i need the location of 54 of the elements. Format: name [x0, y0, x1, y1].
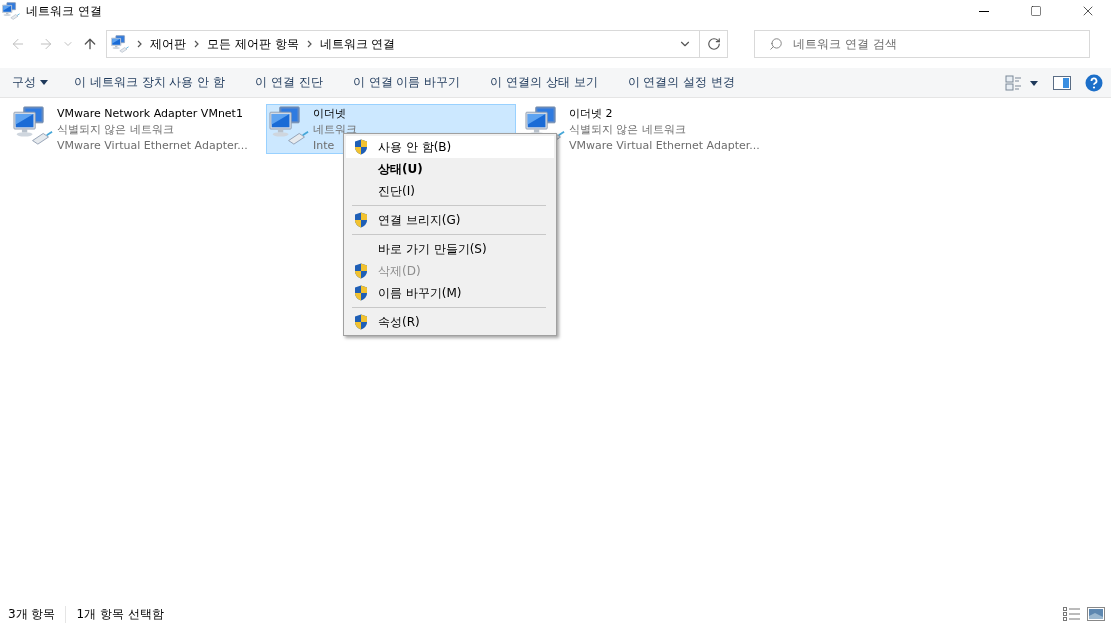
- network-connections-icon: [2, 2, 20, 20]
- menu-item[interactable]: 속성(R): [346, 311, 554, 333]
- item-count: 3개 항목: [8, 605, 67, 623]
- help-icon[interactable]: [1085, 73, 1103, 92]
- toolbar-button[interactable]: 이 연결의 설정 변경: [619, 68, 744, 97]
- forward-arrow-icon: [38, 36, 54, 52]
- chevron-right-icon: [194, 40, 199, 48]
- large-icons-view-icon[interactable]: [1087, 607, 1105, 621]
- chevron-right-icon: [306, 40, 312, 48]
- menu-item[interactable]: 연결 브리지(G): [346, 209, 554, 231]
- shield-icon: [354, 285, 368, 301]
- menu-item[interactable]: 바로 가기 만들기(S): [346, 238, 554, 260]
- address-bar[interactable]: 제어판 모든 제어판 항목 네트워크 연결: [106, 30, 728, 58]
- menu-item[interactable]: 이름 바꾸기(M): [346, 282, 554, 304]
- toolbar-button[interactable]: 이 연결 이름 바꾸기: [344, 68, 469, 97]
- toolbar-button[interactable]: 이 연결의 상태 보기: [482, 68, 606, 97]
- shield-icon: [354, 139, 368, 155]
- shield-icon: [354, 263, 368, 279]
- network-adapter-icon: [13, 106, 53, 145]
- toolbar-button[interactable]: 구성: [4, 68, 56, 97]
- view-options-icon[interactable]: [1005, 74, 1039, 91]
- breadcrumb[interactable]: 네트워크 연결: [319, 35, 396, 53]
- shield-icon: [354, 314, 368, 330]
- connection-status: 네트워크: [313, 122, 357, 137]
- chevron-right-icon: [137, 40, 142, 48]
- connection-item[interactable]: VMware Network Adapter VMnet1 식별되지 않은 네트워크 VMware Virtual Ethernet Adapter...: [10, 104, 260, 154]
- adapter-name: VMware Virtual Ethernet Adapter...: [569, 138, 760, 153]
- preview-pane-icon[interactable]: [1053, 75, 1071, 90]
- network-adapter-icon: [269, 106, 309, 145]
- connection-status: 식별되지 않은 네트워크: [569, 122, 686, 137]
- caret-icon: [40, 80, 48, 85]
- connection-status: 식별되지 않은 네트워크: [57, 122, 174, 137]
- toolbar-button[interactable]: 이 네트워크 장치 사용 안 함: [66, 68, 234, 97]
- adapter-name: VMware Virtual Ethernet Adapter...: [57, 138, 248, 153]
- breadcrumb[interactable]: 제어판: [150, 35, 186, 53]
- connection-name: 이더넷: [313, 106, 346, 121]
- connection-name: 이더넷 2: [569, 106, 613, 121]
- toolbar-button[interactable]: 이 연결 진단: [247, 68, 331, 97]
- breadcrumb[interactable]: 모든 제어판 항목: [207, 35, 299, 53]
- selection-count: 1개 항목 선택함: [76, 605, 165, 623]
- search-field[interactable]: 네트워크 연결 검색: [754, 30, 1090, 58]
- menu-item[interactable]: 사용 안 함(B): [346, 136, 554, 158]
- search-icon: [769, 37, 783, 51]
- adapter-name: Inte: [313, 138, 335, 153]
- shield-icon: [354, 212, 368, 228]
- connection-name: VMware Network Adapter VMnet1: [57, 106, 243, 121]
- refresh-icon: [706, 37, 721, 51]
- maximize-icon: [1030, 5, 1042, 17]
- window-title: 네트워크 연결: [26, 2, 103, 20]
- details-view-icon[interactable]: [1063, 607, 1081, 621]
- minimize-icon: [979, 10, 989, 12]
- menu-item[interactable]: 상태(U): [346, 158, 554, 180]
- search-input[interactable]: 네트워크 연결 검색: [791, 36, 1089, 52]
- menu-item[interactable]: 진단(I): [346, 180, 554, 202]
